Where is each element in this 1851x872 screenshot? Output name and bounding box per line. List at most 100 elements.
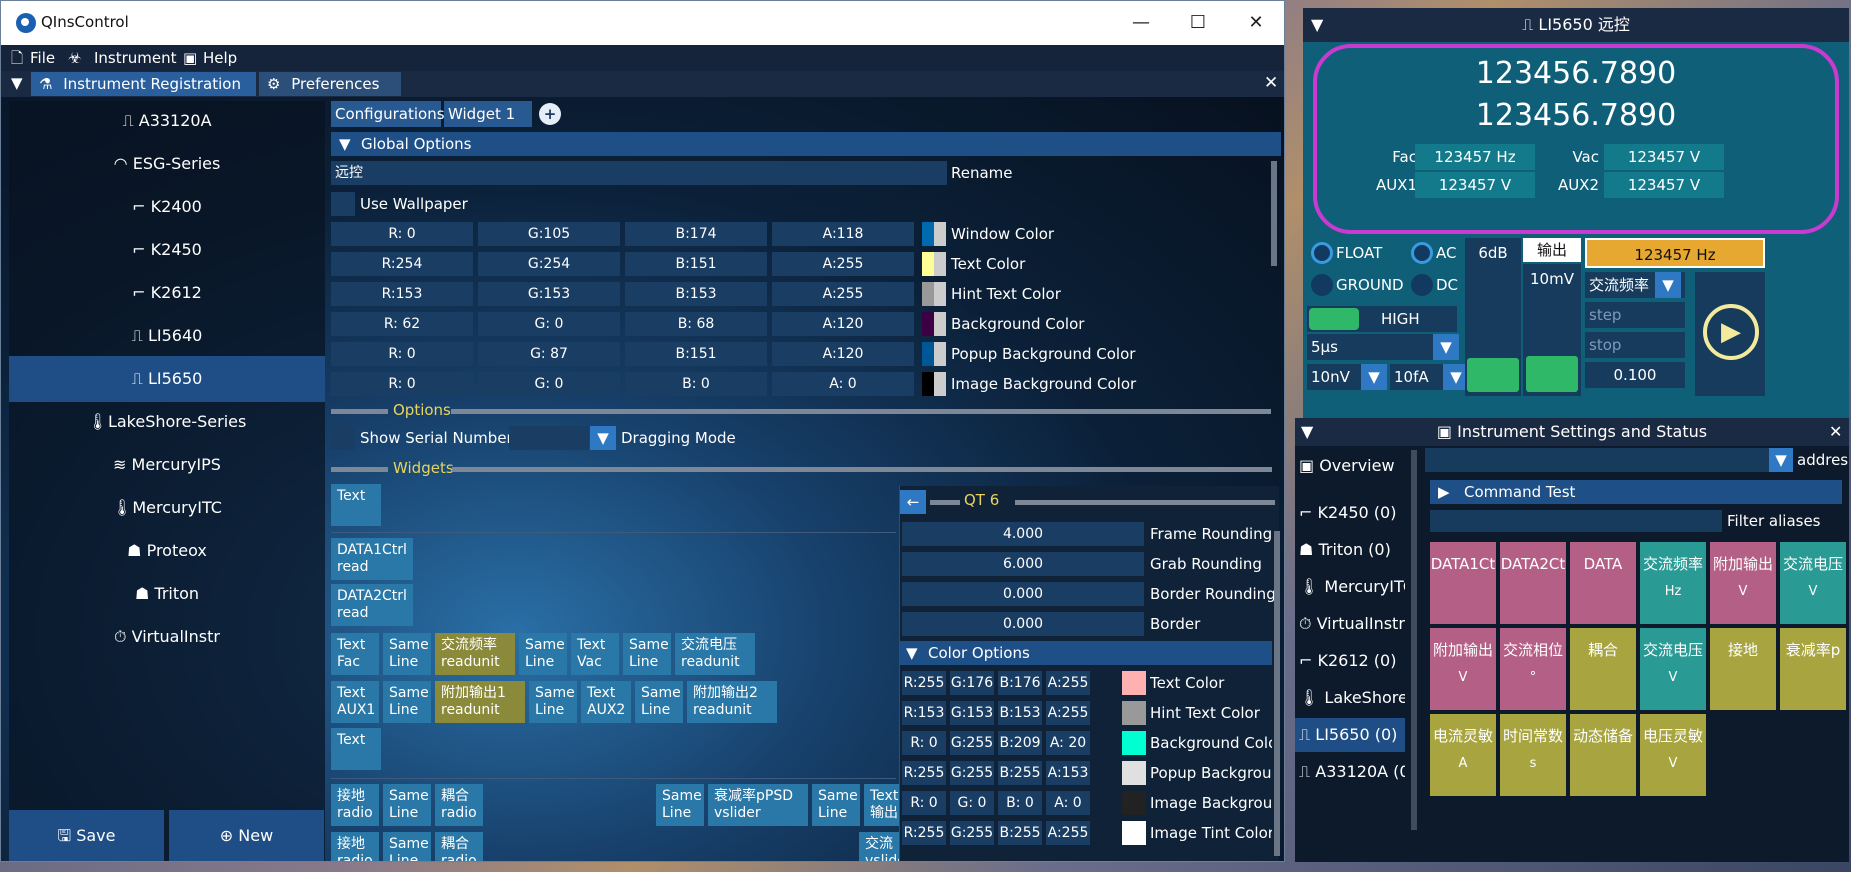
ground-radio[interactable] [1311,274,1333,296]
tab-widget-1[interactable]: Widget 1 [444,101,532,127]
alias-tile[interactable]: 电流灵敏 A [1430,714,1496,796]
color-channel-a[interactable]: A:255 [772,252,914,276]
sidebar-item-k2612[interactable]: ⌐ K2612 [9,273,325,313]
sidebar-item-virtualinstr[interactable]: ⏱ VirtualInstr [9,617,325,657]
widget-item[interactable]: Same Line [519,633,567,675]
collapse-arrow-icon[interactable]: ▼ [1311,8,1323,42]
widget-item[interactable]: Same Line [635,681,683,723]
menu-help[interactable]: Help [203,47,237,69]
dropdown-arrow-icon[interactable]: ▼ [1655,272,1681,298]
color-swatch[interactable] [1122,821,1146,845]
color-channel-g[interactable]: G:254 [478,252,620,276]
color-channel-g[interactable]: G: 0 [478,312,620,336]
collapse-arrow-icon[interactable]: ▼ [1301,418,1313,446]
tab-preferences[interactable]: ⚙ Preferences [259,72,401,96]
color-channel-g[interactable]: G:255 [950,761,994,785]
color-channel-a[interactable]: A: 0 [772,372,914,396]
color-swatch[interactable] [1122,701,1146,725]
sidebar-item-proteox[interactable]: ☗ Proteox [9,531,325,571]
alias-tile[interactable]: 时间常数 s [1500,714,1566,796]
step-input[interactable]: step [1585,302,1685,328]
color-channel-r[interactable]: R:153 [902,701,946,725]
color-channel-g[interactable]: G:153 [478,282,620,306]
widget-text-2[interactable]: Text [331,728,381,770]
scrollbar[interactable] [1271,161,1277,266]
menu-file[interactable]: File [30,47,55,69]
widget-item[interactable]: Text AUX2 [581,681,631,723]
color-channel-r[interactable]: R: 0 [331,222,473,246]
color-channel-b[interactable]: B: 68 [625,312,767,336]
settings-list-item[interactable]: 🌡 LakeShore-Se [1295,681,1405,715]
high-toggle[interactable]: HIGH [1307,306,1457,332]
settings-list-item[interactable]: 🌡 MercuryITC (0 [1295,570,1405,604]
alias-tile[interactable]: 耦合 [1570,628,1636,710]
minimize-button[interactable]: — [1126,11,1156,35]
tab-instrument-registration[interactable]: ⚗ Instrument Registration [31,72,256,96]
color-channel-a[interactable]: A:120 [772,342,914,366]
widget-item[interactable]: Same Line [383,832,431,861]
command-test-header[interactable]: ▶ Command Test [1430,480,1842,504]
color-channel-g[interactable]: G:176 [950,671,994,695]
color-channel-a[interactable]: A:120 [772,312,914,336]
color-channel-r[interactable]: R:254 [331,252,473,276]
color-swatch[interactable] [1122,791,1146,815]
color-channel-b[interactable]: B:209 [998,731,1042,755]
color-channel-r[interactable]: R:153 [331,282,473,306]
dropdown-arrow-icon[interactable]: ▼ [590,426,616,450]
color-channel-g[interactable]: G: 87 [478,342,620,366]
sidebar-item-li5640[interactable]: ⎍ LI5640 [9,316,325,356]
color-channel-b[interactable]: B:153 [998,701,1042,725]
color-channel-a[interactable]: A:255 [1046,671,1090,695]
widget-item[interactable]: Text AUX1 [331,681,379,723]
color-swatch[interactable] [922,312,946,336]
color-swatch[interactable] [922,252,946,276]
alias-tile[interactable]: 交流频率 Hz [1640,542,1706,624]
color-channel-b[interactable]: B:176 [998,671,1042,695]
slider-handle[interactable] [1526,356,1578,392]
widget-item[interactable]: 衰减率pPSD vslider [708,784,808,826]
sidebar-item-mercuryips[interactable]: ≋ MercuryIPS [9,445,325,485]
color-channel-b[interactable]: B:255 [998,821,1042,845]
color-channel-r[interactable]: R: 0 [902,791,946,815]
slider-handle[interactable] [1467,358,1519,392]
settings-list-item[interactable]: ⎍ A33120A (0 [1295,755,1405,789]
settings-list-item[interactable]: ☗ Triton (0) [1295,533,1405,567]
db-slider[interactable]: 6dB [1465,238,1521,396]
color-channel-b[interactable]: B:151 [625,252,767,276]
alias-tile[interactable]: 电压灵敏 V [1640,714,1706,796]
sidebar-item-lakeshore-series[interactable]: 🌡LakeShore-Series [9,402,325,442]
widget-item[interactable]: 接地 radio [331,784,379,826]
alias-tile[interactable]: 交流电压 V [1640,628,1706,710]
metric-value-input[interactable]: 0.000 [902,582,1144,606]
settings-list-item[interactable]: ⏱ VirtualInstr (1 [1295,607,1405,641]
back-button[interactable]: ← [900,490,926,514]
sidebar-item-esg-series[interactable]: ◠ ESG-Series [9,144,325,184]
alias-tile[interactable]: DATA2Ct [1500,542,1566,624]
tab-configurations[interactable]: Configurations [331,101,445,127]
color-swatch[interactable] [1122,671,1146,695]
new-button[interactable]: ⊕ New [169,810,324,861]
maximize-button[interactable]: ☐ [1183,11,1213,35]
color-channel-r[interactable]: R:255 [902,671,946,695]
sidebar-item-a33120a[interactable]: ⎍ A33120A [9,101,325,141]
color-channel-g[interactable]: G:255 [950,821,994,845]
color-channel-a[interactable]: A: 20 [1046,731,1090,755]
alias-tile[interactable]: 附加输出 V [1710,542,1776,624]
metric-value-input[interactable]: 6.000 [902,552,1144,576]
widget-data2ctrl[interactable]: DATA2Ctrl read [331,584,413,626]
color-channel-r[interactable]: R: 62 [331,312,473,336]
alias-tile[interactable]: 附加输出 V [1430,628,1496,710]
color-channel-b[interactable]: B: 0 [625,372,767,396]
metric-value-input[interactable]: 0.000 [902,612,1144,636]
color-channel-b[interactable]: B:174 [625,222,767,246]
widget-item[interactable]: Text Vac [571,633,619,675]
color-channel-b[interactable]: B:153 [625,282,767,306]
metric-value-input[interactable]: 4.000 [902,522,1144,546]
alias-tile[interactable]: 交流电压 V [1780,542,1846,624]
sidebar-item-mercuryitc[interactable]: 🌡MercuryITC [9,488,325,528]
start-sweep-button[interactable]: ▶ [1695,272,1765,396]
menu-instrument[interactable]: Instrument [94,47,177,69]
color-channel-a[interactable]: A:118 [772,222,914,246]
stop-input[interactable]: stop [1585,332,1685,358]
alias-tile[interactable]: 衰减率p [1780,628,1846,710]
